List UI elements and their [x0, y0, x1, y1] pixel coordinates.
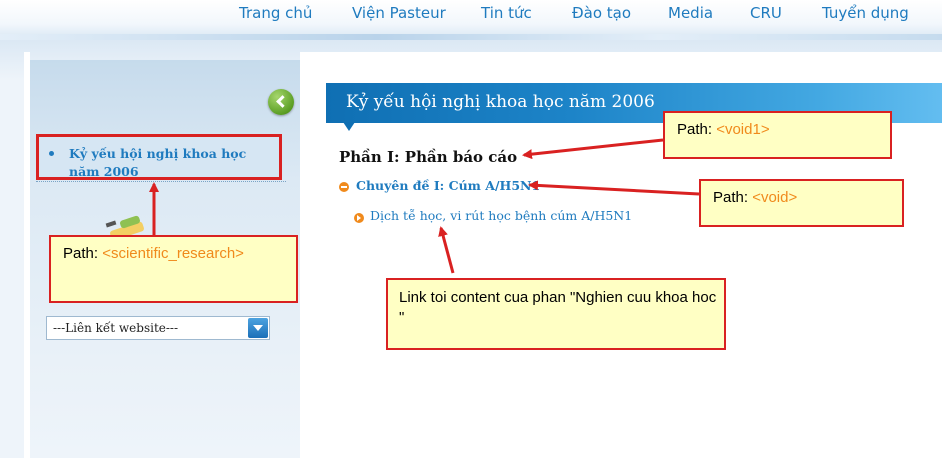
annotation-path: <void1> [716, 121, 770, 138]
topic-label[interactable]: Chuyên đề I: Cúm A/H5N1 [356, 178, 540, 193]
select-value: ---Liên kết website--- [53, 321, 179, 335]
annotation-scientific-research: Path: <scientific_research> [49, 235, 298, 303]
annotation-path: <void> [752, 189, 798, 206]
divider [36, 181, 286, 182]
nav-pasteur-institute[interactable]: Viện Pasteur [352, 4, 446, 22]
annotation-link-note: Link toi content cua phan "Nghien cuu kh… [386, 278, 726, 350]
nav-home[interactable]: Trang chủ [239, 4, 312, 22]
annotation-void: Path: <void> [699, 179, 904, 227]
sidebar-item-label[interactable]: Kỷ yếu hội nghị khoa học năm 2006 [69, 145, 269, 181]
annotation-path: <scientific_research> [102, 245, 244, 262]
nav-training[interactable]: Đào tạo [572, 4, 631, 22]
header-pointer [343, 122, 355, 131]
arrow-bullet-icon [354, 213, 364, 223]
sidebar-item-proceedings-2006[interactable]: Kỷ yếu hội nghị khoa học năm 2006 [36, 134, 282, 180]
section-title: Phần I: Phần báo cáo [339, 148, 518, 166]
website-links-select[interactable]: ---Liên kết website--- [46, 316, 270, 340]
nav-recruitment[interactable]: Tuyển dụng [822, 4, 909, 22]
chevron-down-icon[interactable] [248, 318, 268, 338]
top-navigation-bar: Trang chủ Viện Pasteur Tin tức Đào tạo M… [0, 0, 942, 40]
nav-cru[interactable]: CRU [750, 4, 782, 22]
nav-media[interactable]: Media [668, 4, 713, 22]
page-title: Kỷ yếu hội nghị khoa học năm 2006 [346, 92, 655, 112]
annotation-prefix: Path: [63, 245, 103, 262]
annotation-prefix: Path: [713, 189, 753, 206]
collapse-icon[interactable] [339, 182, 349, 192]
bullet-icon [49, 151, 54, 156]
article-link[interactable]: Dịch tễ học, vi rút học bệnh cúm A/H5N1 [370, 208, 632, 223]
annotation-void1: Path: <void1> [663, 111, 892, 159]
annotation-prefix: Path: [677, 121, 717, 138]
back-arrow-icon[interactable] [268, 89, 294, 115]
nav-news[interactable]: Tin tức [481, 4, 532, 22]
